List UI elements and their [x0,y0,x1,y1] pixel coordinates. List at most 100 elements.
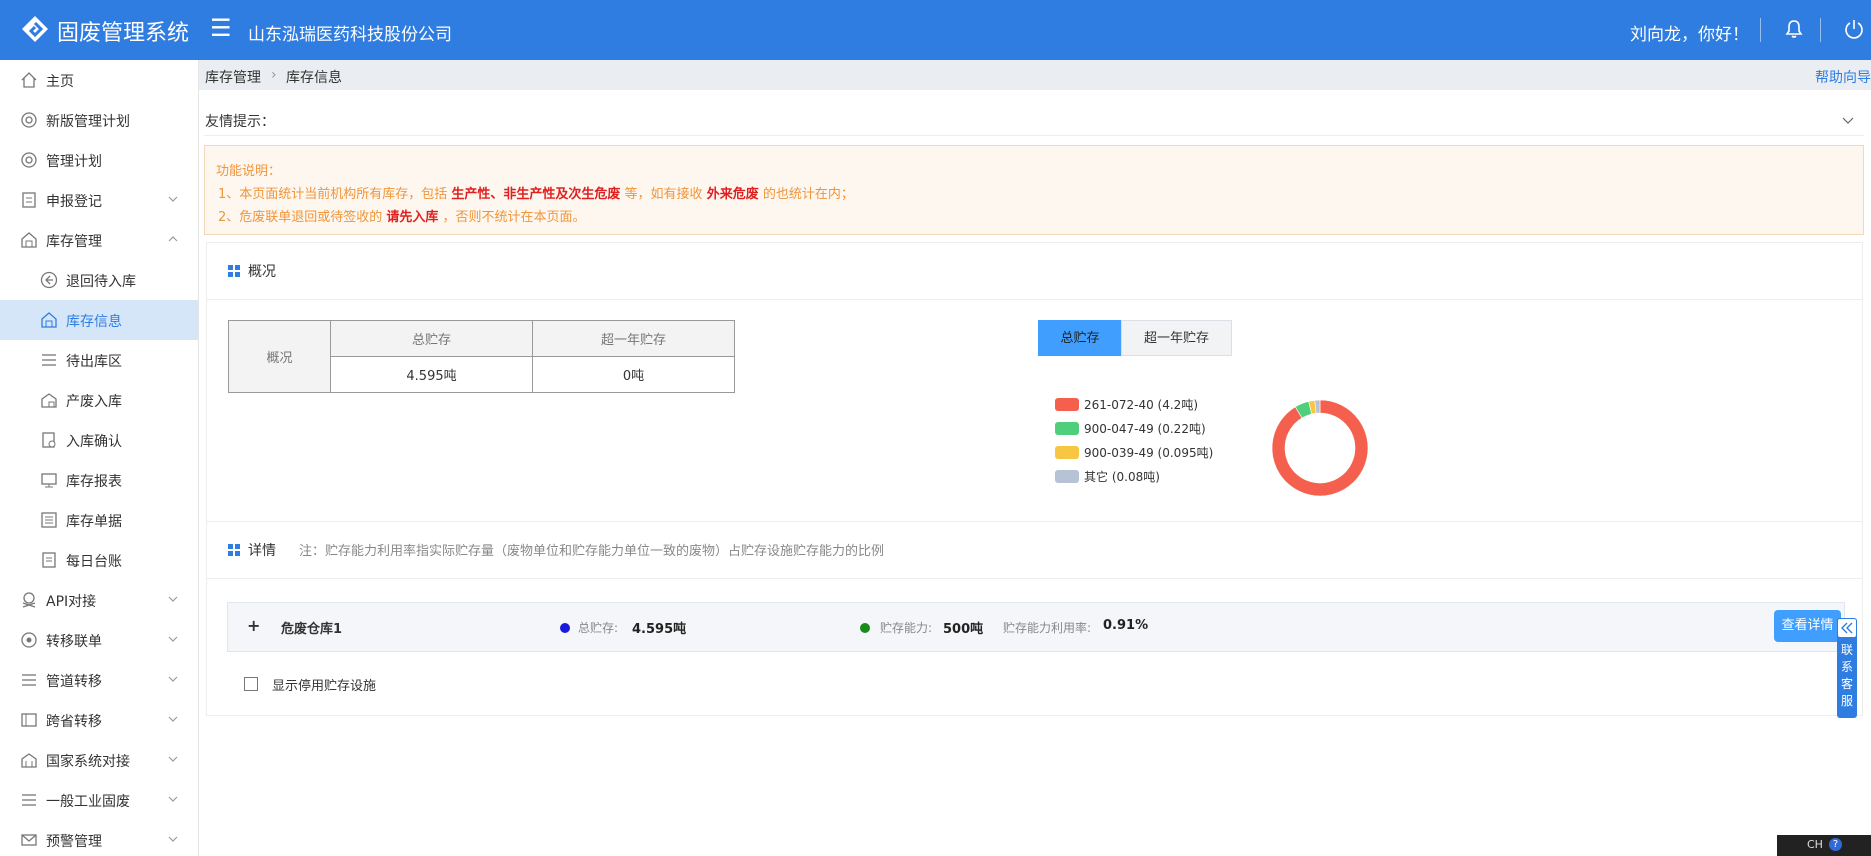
total-value: 4.595吨 [632,622,687,637]
doc-icon [41,512,57,528]
sidebar-item-plan[interactable]: 管理计划 [0,140,198,180]
bell-icon[interactable] [1782,17,1806,41]
usage-label: 贮存能力利用率: [1003,621,1092,635]
sidebar-item-inventory-info[interactable]: 库存信息 [0,300,198,340]
top-bar: 固废管理系统 ☰ 山东泓瑞医药科技股份公司 刘向龙，你好！ [0,0,1871,60]
sidebar-item-label: 主页 [46,74,74,90]
company-name: 山东泓瑞医药科技股份公司 [248,25,452,45]
legend-label: 261-072-40 (4.2吨) [1084,398,1199,412]
view-details-button[interactable]: 查看详情 [1774,610,1841,642]
details-title: 详情 [248,543,276,559]
confirm-icon [42,432,56,448]
menu-icon[interactable]: ☰ [210,16,232,40]
sidebar: 主页 新版管理计划 管理计划 申报登记 库存管理 退回待入库 库存信息 待出库区… [0,60,199,856]
api-icon [22,592,36,608]
breadcrumb-item[interactable]: 库存管理 [205,67,261,87]
help-guide-link[interactable]: 帮助向导 [1815,67,1871,87]
warehouse-icon [41,312,57,328]
return-icon [40,271,58,289]
sidebar-item-home[interactable]: 主页 [0,60,198,100]
capacity-dot-icon [860,623,870,633]
sidebar-item-waste-inbound[interactable]: 产废入库 [0,380,198,420]
warehouse-icon [21,232,37,248]
alert-icon [21,834,37,846]
sidebar-item-label: 转移联单 [46,634,102,650]
facility-name: 危废仓库1 [281,622,343,637]
sidebar-item-national-system[interactable]: 国家系统对接 [0,740,198,780]
plan-icon [21,112,37,128]
sidebar-item-label: 库存报表 [66,474,122,490]
cross-province-icon [21,713,37,727]
total-storage-value: 4.595吨 [330,356,533,393]
details-note: 注：贮存能力利用率指实际贮存量（废物单位和贮存能力单位一致的废物）占贮存设施贮存… [299,544,885,559]
help-icon: ? [1829,838,1842,851]
notice-text: 等，如有接收 [620,187,707,202]
sidebar-item-return-pending[interactable]: 退回待入库 [0,260,198,300]
notice-highlight: 外来危废 [706,187,759,202]
notice-line-1: 1、本页面统计当前机构所有库存，包括 生产性、非生产性及次生危废 等，如有接收 … [218,183,854,202]
grid-icon [228,265,240,277]
sidebar-item-label: 预警管理 [46,834,102,850]
header-divider [1820,18,1821,42]
notice-text: 的也统计在内； [758,187,854,202]
over-one-year-value: 0吨 [532,356,735,393]
sidebar-item-inventory-report[interactable]: 库存报表 [0,460,198,500]
sidebar-item-daily-ledger[interactable]: 每日台账 [0,540,198,580]
user-greeting[interactable]: 刘向龙，你好！ [1630,20,1749,45]
register-icon [22,192,36,208]
sidebar-item-register[interactable]: 申报登记 [0,180,198,220]
notice-highlight: 生产性、非生产性及次生危废 [451,187,621,202]
sidebar-item-inbound-confirm[interactable]: 入库确认 [0,420,198,460]
tips-toggle[interactable]: 友情提示： [204,103,1864,136]
sidebar-item-label: 待出库区 [66,354,122,370]
chevron-up-icon [168,236,178,242]
show-disabled-label[interactable]: 显示停用贮存设施 [272,675,376,694]
report-icon [41,473,57,488]
sidebar-item-industrial-waste[interactable]: 一般工业固废 [0,780,198,820]
notice-line-2: 2、危废联单退回或待签收的 请先入库 ，否则不统计在本页面。 [218,206,586,225]
collapse-left-icon[interactable] [1837,618,1857,638]
donut-chart [1271,399,1369,497]
notice-text: ，否则不统计在本页面。 [438,210,586,225]
sidebar-item-label: 库存管理 [46,234,102,250]
breadcrumb-separator-icon: › [271,67,277,83]
expand-button[interactable]: + [247,616,260,635]
power-icon[interactable] [1843,18,1865,40]
ledger-icon [42,552,56,568]
sidebar-item-label: 管道转移 [46,674,102,690]
logo-icon [22,16,48,42]
sidebar-item-label: 入库确认 [66,434,122,450]
capacity-label: 贮存能力: [880,621,933,635]
overview-title: 概况 [248,264,276,280]
list-icon [42,354,56,366]
grid-icon [228,544,240,556]
sidebar-item-cross-province[interactable]: 跨省转移 [0,700,198,740]
chevron-down-icon [168,196,178,202]
breadcrumb: 库存管理 › 库存信息 帮助向导 [199,60,1871,90]
sidebar-item-new-plan[interactable]: 新版管理计划 [0,100,198,140]
chevron-down-icon [1842,117,1854,124]
chevron-down-icon [168,836,178,842]
details-header: 详情 注：贮存能力利用率指实际贮存量（废物单位和贮存能力单位一致的废物）占贮存设… [207,522,1862,579]
ime-indicator[interactable]: CH ? [1777,835,1871,856]
header-divider [1760,18,1761,42]
legend-label: 其它 (0.08吨) [1084,470,1160,484]
total-label: 总贮存: [578,621,619,635]
show-disabled-checkbox[interactable] [244,677,258,691]
sidebar-item-api[interactable]: API对接 [0,580,198,620]
legend-label: 900-039-49 (0.095吨) [1084,446,1214,460]
notice-text: 1、本页面统计当前机构所有库存，包括 [218,187,452,202]
transfer-icon [21,632,37,648]
tab-over-one-year[interactable]: 超一年贮存 [1121,320,1232,356]
legend-swatch [1055,422,1079,435]
donut-slice-261-072-40[interactable] [1271,399,1369,497]
sidebar-item-inventory-docs[interactable]: 库存单据 [0,500,198,540]
sidebar-item-transfer-manifest[interactable]: 转移联单 [0,620,198,660]
sidebar-item-alert[interactable]: 预警管理 [0,820,198,856]
sidebar-item-inventory[interactable]: 库存管理 [0,220,198,260]
tab-total-storage[interactable]: 总贮存 [1038,320,1122,356]
function-notice: 功能说明： 1、本页面统计当前机构所有库存，包括 生产性、非生产性及次生危废 等… [204,145,1864,235]
total-dot-icon [560,623,570,633]
sidebar-item-pipe-transfer[interactable]: 管道转移 [0,660,198,700]
sidebar-item-outbound-pending[interactable]: 待出库区 [0,340,198,380]
